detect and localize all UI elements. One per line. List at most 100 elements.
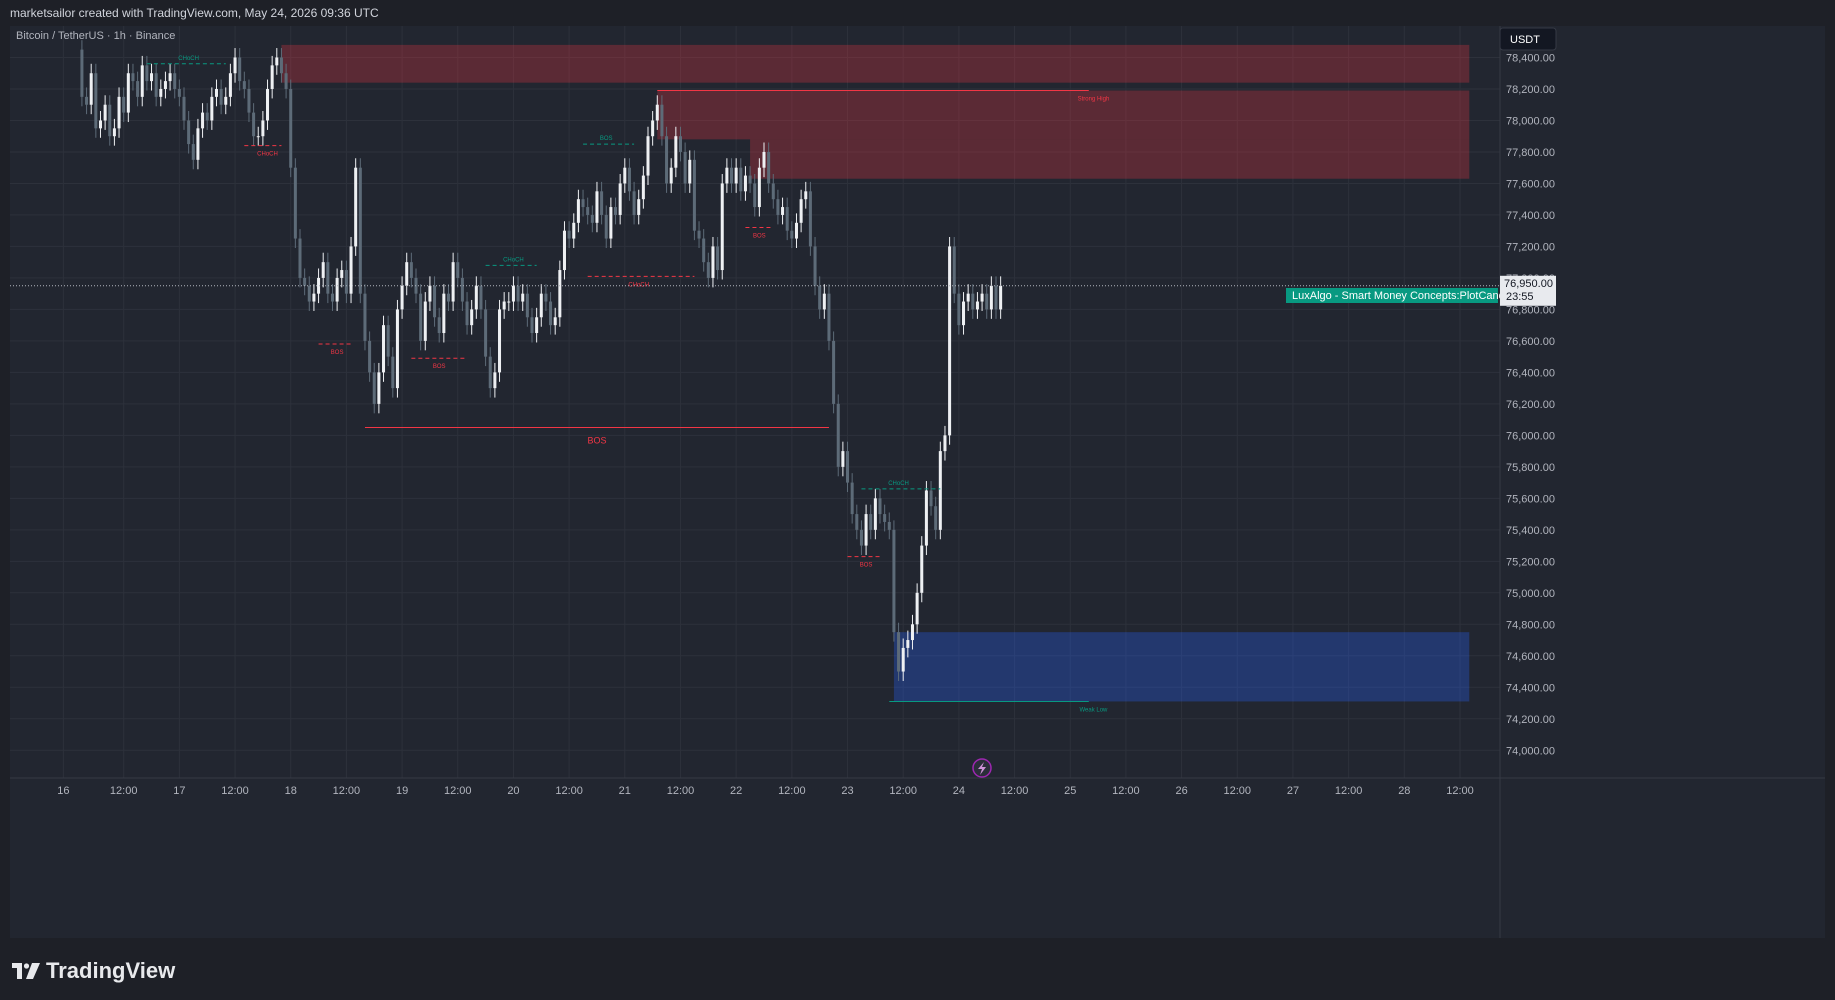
candle-body xyxy=(177,88,181,97)
candle-body xyxy=(753,183,757,208)
candle-body xyxy=(669,167,673,184)
price-tick-label: 74,000.00 xyxy=(1506,745,1555,757)
candle-body xyxy=(80,49,84,97)
candle-body xyxy=(748,175,752,184)
candle-body xyxy=(98,120,102,129)
price-tick-label: 77,200.00 xyxy=(1506,241,1555,253)
price-tick-label: 76,800.00 xyxy=(1506,304,1555,316)
candle-body xyxy=(470,309,474,326)
candle-body xyxy=(706,262,710,278)
candle-body xyxy=(586,207,590,215)
lightning-icon[interactable] xyxy=(972,758,992,778)
price-tick-label: 76,600.00 xyxy=(1506,336,1555,348)
time-tick-label: 26 xyxy=(1175,785,1187,797)
candle-body xyxy=(117,96,121,129)
candle-body xyxy=(975,301,979,310)
candle-body xyxy=(887,521,891,530)
candle-body xyxy=(567,230,571,239)
last-price-label: 76,950.00 xyxy=(1504,278,1553,290)
time-tick-label: 19 xyxy=(396,785,408,797)
time-tick-label: 12:00 xyxy=(1001,785,1029,797)
candle-body xyxy=(962,301,966,326)
candle-body xyxy=(938,451,942,530)
candle-body xyxy=(173,73,177,89)
candle-body xyxy=(878,498,882,515)
candle-body xyxy=(344,270,348,294)
candle-body xyxy=(377,372,381,404)
candle-body xyxy=(836,403,840,467)
candle-body xyxy=(627,167,631,192)
candle-body xyxy=(971,293,975,310)
candle-body xyxy=(966,293,970,302)
candle-body xyxy=(354,167,358,247)
price-tick-label: 75,000.00 xyxy=(1506,588,1555,600)
candle-body xyxy=(442,293,446,334)
candle-body xyxy=(382,325,386,373)
price-tick-label: 78,200.00 xyxy=(1506,84,1555,96)
candle-body xyxy=(182,96,186,121)
candle-body xyxy=(145,65,149,82)
candle-body xyxy=(349,246,353,294)
candle-body xyxy=(892,529,896,633)
candle-body xyxy=(511,285,515,302)
structure-label: Weak Low xyxy=(1079,707,1108,713)
price-tick-label: 76,200.00 xyxy=(1506,399,1555,411)
candle-body xyxy=(85,96,89,105)
candle-body xyxy=(771,183,775,200)
price-tick-label: 75,800.00 xyxy=(1506,462,1555,474)
structure-label: BOS xyxy=(331,350,344,356)
candlestick-chart[interactable]: CHoCHCHoCHBOSBOSCHoCHBOSBOSCHoCHBOSCHoCH… xyxy=(10,26,1825,938)
candle-body xyxy=(446,293,450,302)
candle-body xyxy=(711,246,715,278)
supply-zone xyxy=(281,44,1470,83)
candle-body xyxy=(827,293,831,341)
price-tick-label: 77,600.00 xyxy=(1506,178,1555,190)
chart-panel[interactable]: CHoCH CHoCH BOS BOS CHoCH BOS BOS CHoCH BOS CHoCH… xyxy=(10,26,1825,938)
time-tick-label: 12:00 xyxy=(333,785,361,797)
candle-body xyxy=(743,175,747,192)
candle-body xyxy=(326,262,330,294)
candle-body xyxy=(391,356,395,389)
structure-label: BOS xyxy=(860,563,873,569)
candle-body xyxy=(270,65,274,89)
candle-body xyxy=(846,451,850,483)
currency-badge[interactable]: USDT xyxy=(1499,27,1557,51)
candle-body xyxy=(799,199,803,223)
candle-body xyxy=(289,88,293,168)
candle-body xyxy=(108,104,112,137)
candle-body xyxy=(739,167,743,192)
candle-body xyxy=(191,144,195,160)
candle-body xyxy=(864,514,868,546)
structure-label: BOS xyxy=(433,364,446,370)
candle-body xyxy=(734,167,738,184)
candle-body xyxy=(502,301,506,310)
candle-body xyxy=(484,309,488,357)
candle-body xyxy=(150,73,154,82)
candle-body xyxy=(553,317,557,326)
candle-body xyxy=(637,199,641,215)
candle-body xyxy=(89,73,93,105)
candle-body xyxy=(386,325,390,357)
candle-body xyxy=(94,73,98,129)
brand-name: TradingView xyxy=(46,958,176,983)
candle-body xyxy=(897,632,901,672)
candle-body xyxy=(910,624,914,641)
time-tick-label: 25 xyxy=(1064,785,1076,797)
candle-body xyxy=(224,96,228,105)
candle-body xyxy=(535,317,539,334)
price-tick-label: 76,400.00 xyxy=(1506,367,1555,379)
candle-body xyxy=(730,167,734,184)
candle-body xyxy=(103,104,107,121)
candle-body xyxy=(688,159,692,184)
candle-body xyxy=(948,246,952,436)
candle-body xyxy=(757,167,761,208)
candle-body xyxy=(140,65,144,97)
candle-body xyxy=(767,151,771,184)
candle-body xyxy=(330,293,334,302)
time-tick-label: 12:00 xyxy=(1335,785,1363,797)
structure-label: BOS xyxy=(753,234,766,240)
chart-attribution: marketsailor created with TradingView.co… xyxy=(10,6,379,20)
time-tick-label: 22 xyxy=(730,785,742,797)
indicator-label-badge[interactable]: LuxAlgo - Smart Money Concepts:PlotCandl… xyxy=(1286,288,1513,303)
candle-body xyxy=(521,293,525,302)
